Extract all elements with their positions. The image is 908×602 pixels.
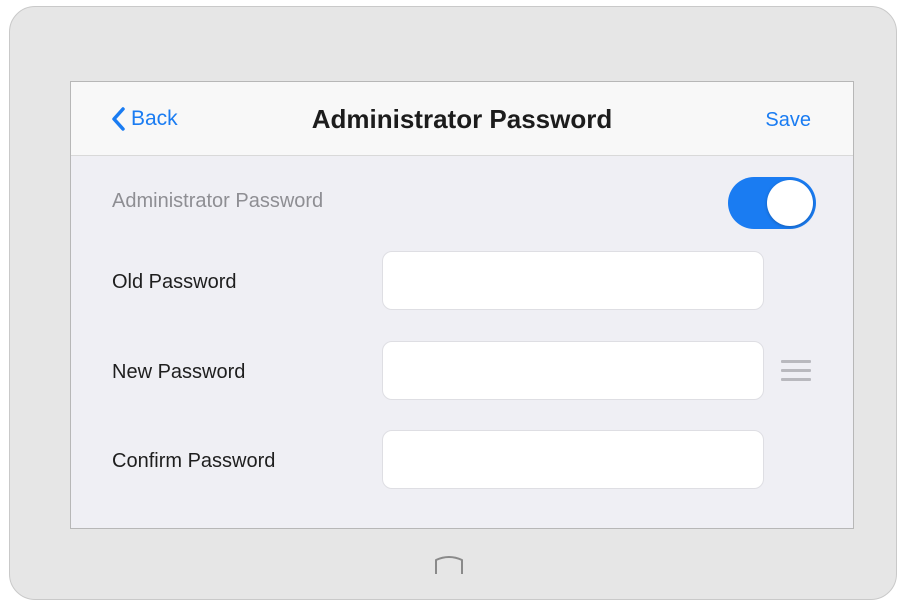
- old-password-label: Old Password: [112, 271, 237, 293]
- old-password-field[interactable]: [382, 251, 764, 310]
- new-password-label: New Password: [112, 361, 246, 383]
- drag-handle-icon[interactable]: [781, 360, 811, 384]
- save-button[interactable]: Save: [765, 109, 811, 132]
- confirm-password-label: Confirm Password: [112, 450, 276, 472]
- new-password-field[interactable]: [382, 341, 764, 400]
- screen: Back Administrator Password Save Adminis…: [70, 81, 854, 529]
- back-button[interactable]: Back: [111, 104, 178, 134]
- toggle-knob: [767, 180, 813, 226]
- back-label: Back: [131, 107, 178, 130]
- confirm-password-field[interactable]: [382, 430, 764, 489]
- chevron-left-icon: [112, 107, 125, 131]
- admin-password-toggle[interactable]: [728, 177, 816, 229]
- navigation-bar: Back Administrator Password Save: [71, 82, 853, 156]
- admin-password-toggle-label: Administrator Password: [112, 190, 324, 212]
- page-title: Administrator Password: [311, 104, 613, 134]
- home-button[interactable]: [424, 550, 474, 580]
- home-button-icon: [435, 556, 463, 574]
